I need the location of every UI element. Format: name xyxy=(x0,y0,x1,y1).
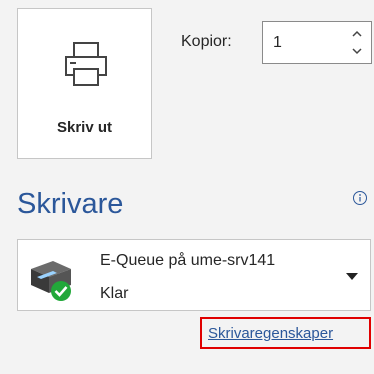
chevron-up-icon[interactable] xyxy=(350,27,364,41)
copies-label: Kopior: xyxy=(181,33,232,50)
printer-name: E-Queue på ume-srv141 xyxy=(100,252,276,269)
printer-section-title: Skrivare xyxy=(17,188,124,220)
chevron-down-icon[interactable] xyxy=(350,44,364,58)
printer-status: Klar xyxy=(100,285,129,302)
printer-device-icon xyxy=(31,261,71,301)
print-button-label: Skriv ut xyxy=(56,119,113,136)
printer-properties-link[interactable]: Skrivaregenskaper xyxy=(208,325,333,342)
info-icon[interactable] xyxy=(352,190,368,206)
print-button[interactable]: Skriv ut xyxy=(17,8,152,159)
check-badge-icon xyxy=(51,281,71,301)
printer-icon xyxy=(65,42,107,86)
properties-link-highlight: Skrivaregenskaper xyxy=(200,317,371,349)
printer-dropdown[interactable]: E-Queue på ume-srv141 Klar xyxy=(17,239,371,311)
copies-stepper[interactable]: 1 xyxy=(262,21,372,64)
dropdown-arrow-icon[interactable] xyxy=(345,271,359,281)
copies-value[interactable]: 1 xyxy=(273,34,282,52)
